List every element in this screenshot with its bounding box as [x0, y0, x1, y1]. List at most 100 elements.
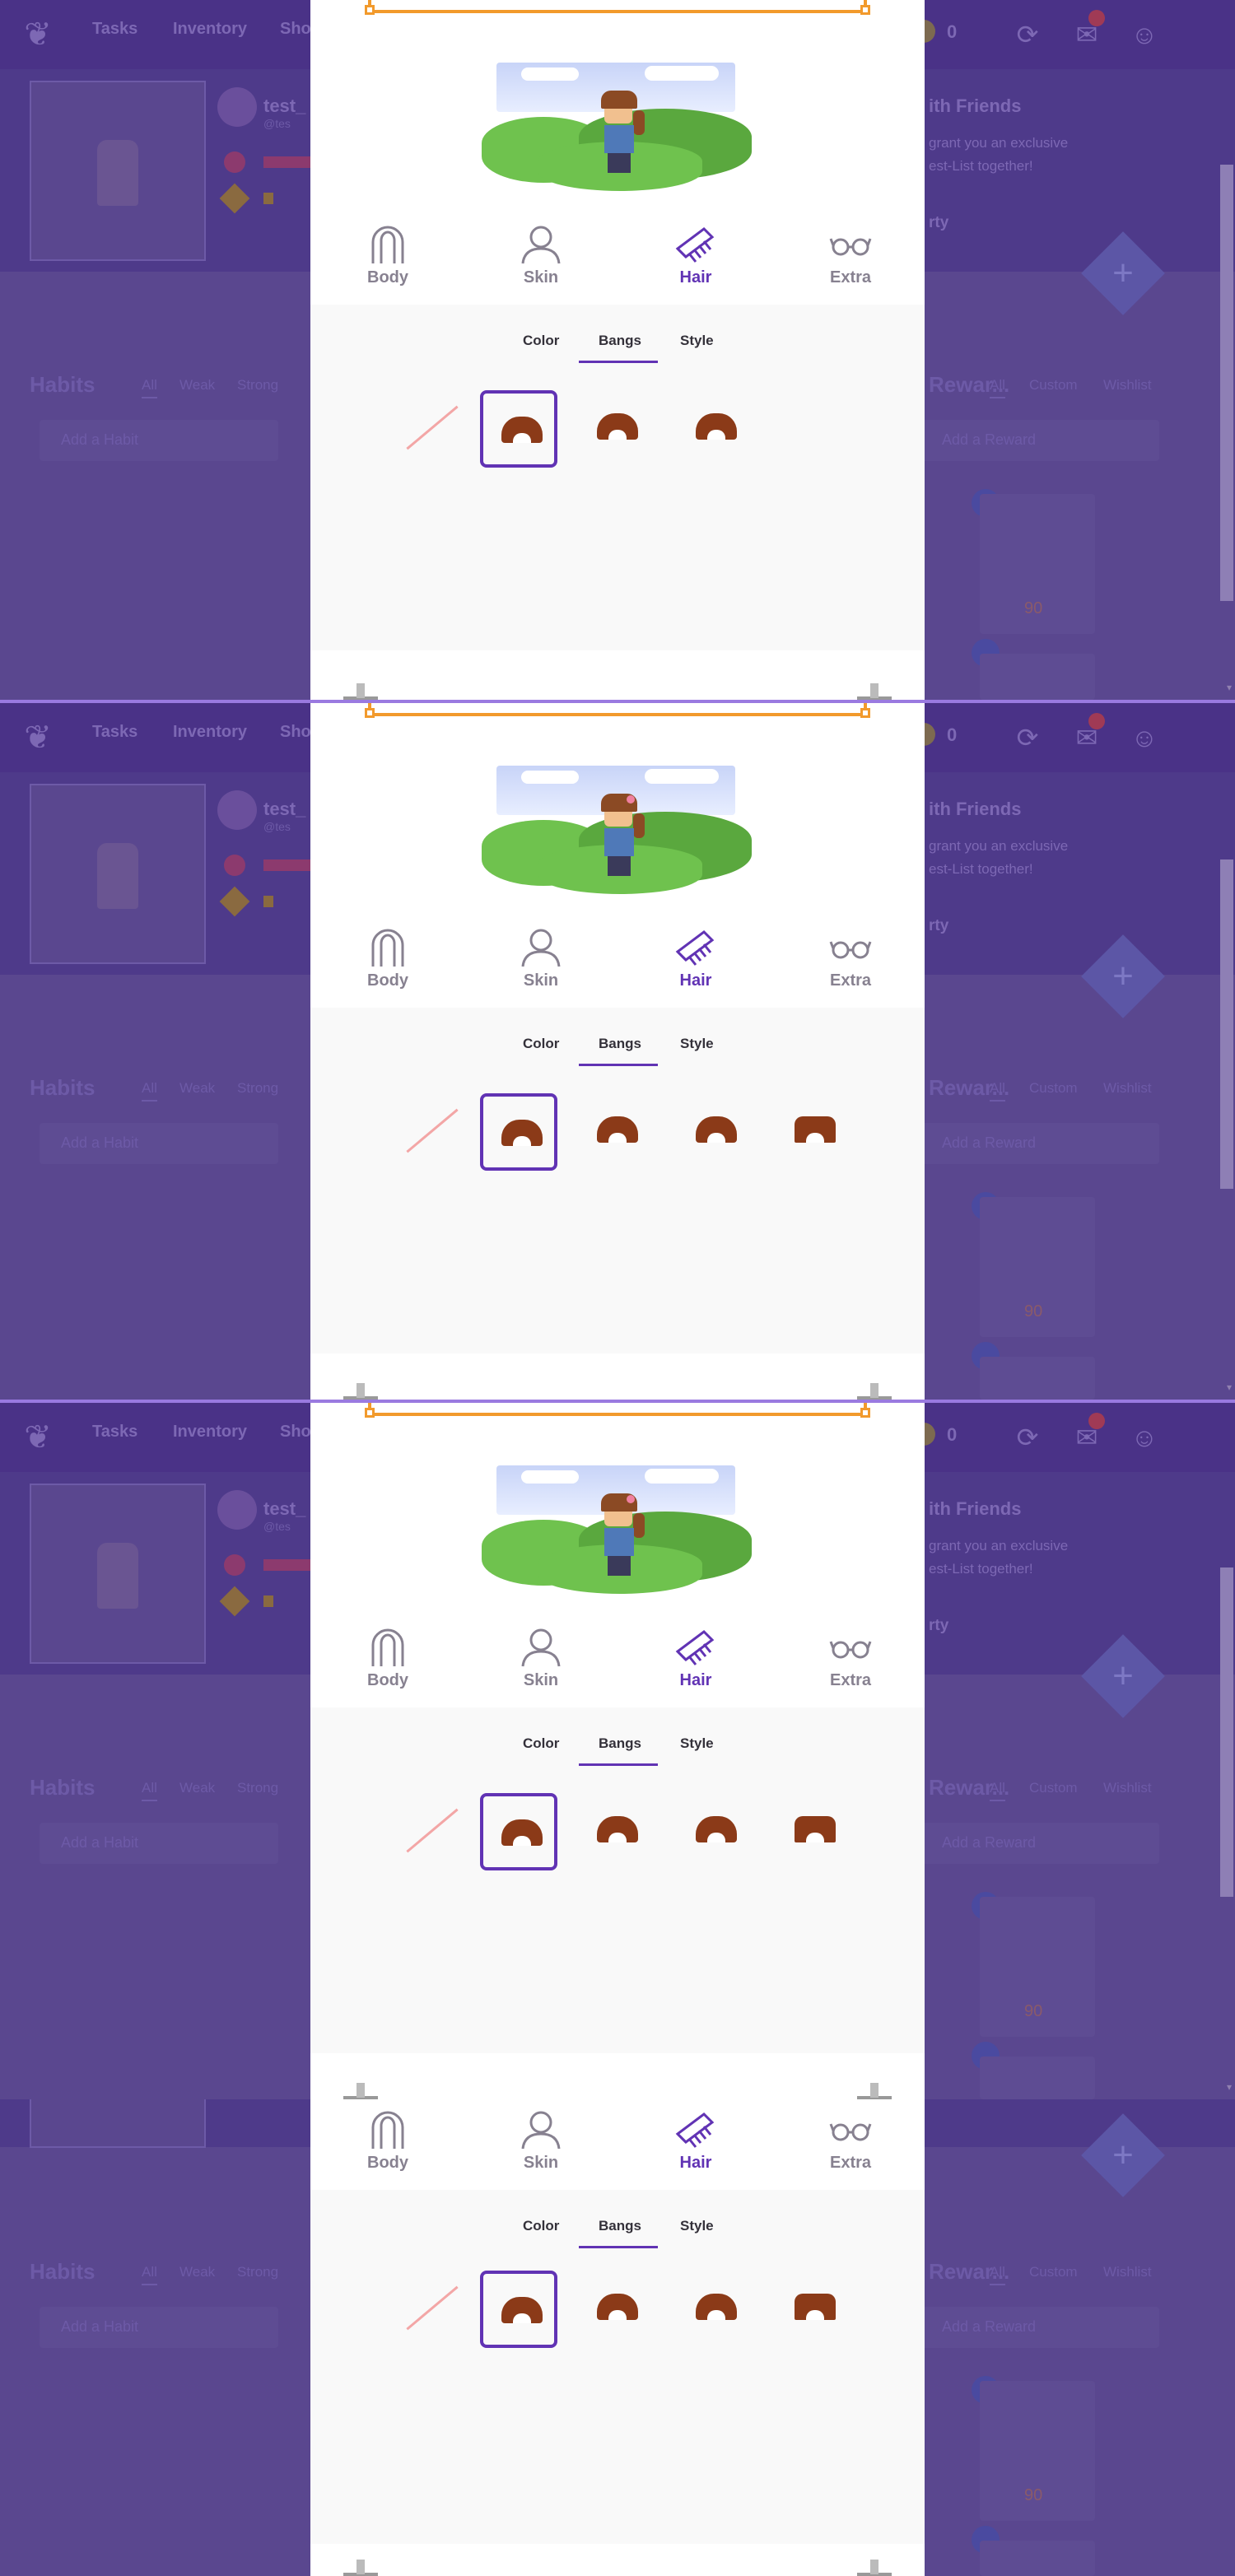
scrollbar-thumb[interactable]	[1220, 165, 1233, 601]
sync-icon[interactable]: ⟳	[1011, 18, 1044, 51]
scroll-down-arrow-icon[interactable]: ▾	[1227, 1381, 1232, 1393]
subtab-color[interactable]: Color	[523, 1036, 559, 1052]
reward-item[interactable]	[980, 2057, 1095, 2099]
rewards-filter-custom[interactable]: Custom	[1029, 1080, 1078, 1097]
subtab-color[interactable]: Color	[523, 333, 559, 349]
rewards-filter-custom[interactable]: Custom	[1029, 1780, 1078, 1796]
category-skin[interactable]: Skin	[492, 1627, 590, 1690]
sync-icon[interactable]: ⟳	[1011, 1421, 1044, 1454]
bangs-option-4[interactable]	[776, 2271, 854, 2348]
category-hair[interactable]: Hair	[646, 1627, 745, 1690]
category-skin[interactable]: Skin	[492, 927, 590, 990]
rewards-filter-all[interactable]: All	[990, 377, 1005, 398]
nav-inventory[interactable]: Inventory	[173, 723, 247, 742]
category-hair[interactable]: Hair	[646, 2109, 745, 2173]
rewards-filter-all[interactable]: All	[990, 1080, 1005, 1102]
bangs-option-2[interactable]	[579, 1793, 656, 1870]
avatar[interactable]	[30, 1484, 206, 1664]
bangs-option-1[interactable]	[480, 2271, 557, 2348]
category-hair[interactable]: Hair	[646, 224, 745, 287]
rewards-filter-all[interactable]: All	[990, 1780, 1005, 1801]
subtab-bangs[interactable]: Bangs	[599, 2218, 641, 2234]
bangs-option-3[interactable]	[678, 2271, 755, 2348]
habits-filter-strong[interactable]: Strong	[237, 377, 278, 394]
bangs-option-none[interactable]	[389, 2271, 467, 2348]
rewards-filter-wishlist[interactable]: Wishlist	[1103, 1080, 1152, 1097]
nav-tasks[interactable]: Tasks	[92, 1423, 137, 1442]
add-reward-input[interactable]: Add a Reward	[920, 1123, 1159, 1164]
subtab-bangs[interactable]: Bangs	[599, 333, 641, 349]
party-link[interactable]: rty	[929, 1617, 948, 1635]
scroll-down-arrow-icon[interactable]: ▾	[1227, 682, 1232, 693]
category-extra[interactable]: Extra	[801, 224, 900, 287]
bangs-option-none[interactable]	[389, 1093, 467, 1171]
habits-filter-strong[interactable]: Strong	[237, 1780, 278, 1796]
add-habit-input[interactable]: Add a Habit	[40, 2307, 278, 2348]
bangs-option-1[interactable]	[480, 1093, 557, 1171]
nav-shops[interactable]: Sho	[280, 20, 311, 39]
habits-filter-weak[interactable]: Weak	[179, 2264, 215, 2280]
bangs-option-3[interactable]	[678, 390, 755, 468]
add-reward-input[interactable]: Add a Reward	[920, 1823, 1159, 1864]
add-habit-input[interactable]: Add a Habit	[40, 1823, 278, 1864]
category-body[interactable]: Body	[338, 2109, 437, 2173]
nav-tasks[interactable]: Tasks	[92, 723, 137, 742]
subtab-bangs[interactable]: Bangs	[599, 1735, 641, 1752]
nav-inventory[interactable]: Inventory	[173, 20, 247, 39]
bangs-option-1[interactable]	[480, 1793, 557, 1870]
habits-filter-weak[interactable]: Weak	[179, 1080, 215, 1097]
subtab-style[interactable]: Style	[680, 1036, 714, 1052]
category-body[interactable]: Body	[338, 224, 437, 287]
bangs-option-3[interactable]	[678, 1093, 755, 1171]
bangs-option-4[interactable]	[776, 1793, 854, 1870]
bangs-option-none[interactable]	[389, 390, 467, 468]
avatar[interactable]	[30, 784, 206, 964]
category-body[interactable]: Body	[338, 927, 437, 990]
subtab-style[interactable]: Style	[680, 2218, 714, 2234]
subtab-style[interactable]: Style	[680, 333, 714, 349]
nav-inventory[interactable]: Inventory	[173, 1423, 247, 1442]
habits-filter-weak[interactable]: Weak	[179, 1780, 215, 1796]
add-reward-input[interactable]: Add a Reward	[920, 420, 1159, 461]
category-skin[interactable]: Skin	[492, 2109, 590, 2173]
add-reward-input[interactable]: Add a Reward	[920, 2307, 1159, 2348]
nav-tasks[interactable]: Tasks	[92, 20, 137, 39]
rewards-filter-wishlist[interactable]: Wishlist	[1103, 2264, 1152, 2280]
reward-item[interactable]	[980, 2541, 1095, 2576]
bangs-option-2[interactable]	[579, 1093, 656, 1171]
category-extra[interactable]: Extra	[801, 2109, 900, 2173]
category-extra[interactable]: Extra	[801, 927, 900, 990]
category-skin[interactable]: Skin	[492, 224, 590, 287]
habits-filter-all[interactable]: All	[142, 1080, 157, 1102]
habits-filter-strong[interactable]: Strong	[237, 2264, 278, 2280]
user-icon[interactable]: ☺	[1128, 18, 1161, 51]
habitica-logo-icon[interactable]: ❦	[18, 1418, 58, 1457]
subtab-bangs[interactable]: Bangs	[599, 1036, 641, 1052]
bangs-option-4[interactable]	[776, 1093, 854, 1171]
user-icon[interactable]: ☺	[1128, 1421, 1161, 1454]
rewards-filter-custom[interactable]: Custom	[1029, 2264, 1078, 2280]
bangs-option-1[interactable]	[480, 390, 557, 468]
reward-item[interactable]	[980, 1357, 1095, 1400]
avatar[interactable]	[30, 81, 206, 261]
habits-filter-strong[interactable]: Strong	[237, 1080, 278, 1097]
nav-shops[interactable]: Sho	[280, 1423, 311, 1442]
habitica-logo-icon[interactable]: ❦	[18, 718, 58, 757]
habits-filter-all[interactable]: All	[142, 2264, 157, 2285]
bangs-option-2[interactable]	[579, 2271, 656, 2348]
bangs-option-3[interactable]	[678, 1793, 755, 1870]
add-habit-input[interactable]: Add a Habit	[40, 420, 278, 461]
reward-item[interactable]	[980, 654, 1095, 700]
rewards-filter-wishlist[interactable]: Wishlist	[1103, 377, 1152, 394]
party-link[interactable]: rty	[929, 917, 948, 935]
scrollbar-thumb[interactable]	[1220, 859, 1233, 1189]
habits-filter-all[interactable]: All	[142, 1780, 157, 1801]
subtab-color[interactable]: Color	[523, 2218, 559, 2234]
bangs-option-none[interactable]	[389, 1793, 467, 1870]
habits-filter-weak[interactable]: Weak	[179, 377, 215, 394]
subtab-color[interactable]: Color	[523, 1735, 559, 1752]
category-body[interactable]: Body	[338, 1627, 437, 1690]
scroll-down-arrow-icon[interactable]: ▾	[1227, 2081, 1232, 2093]
subtab-style[interactable]: Style	[680, 1735, 714, 1752]
rewards-filter-custom[interactable]: Custom	[1029, 377, 1078, 394]
